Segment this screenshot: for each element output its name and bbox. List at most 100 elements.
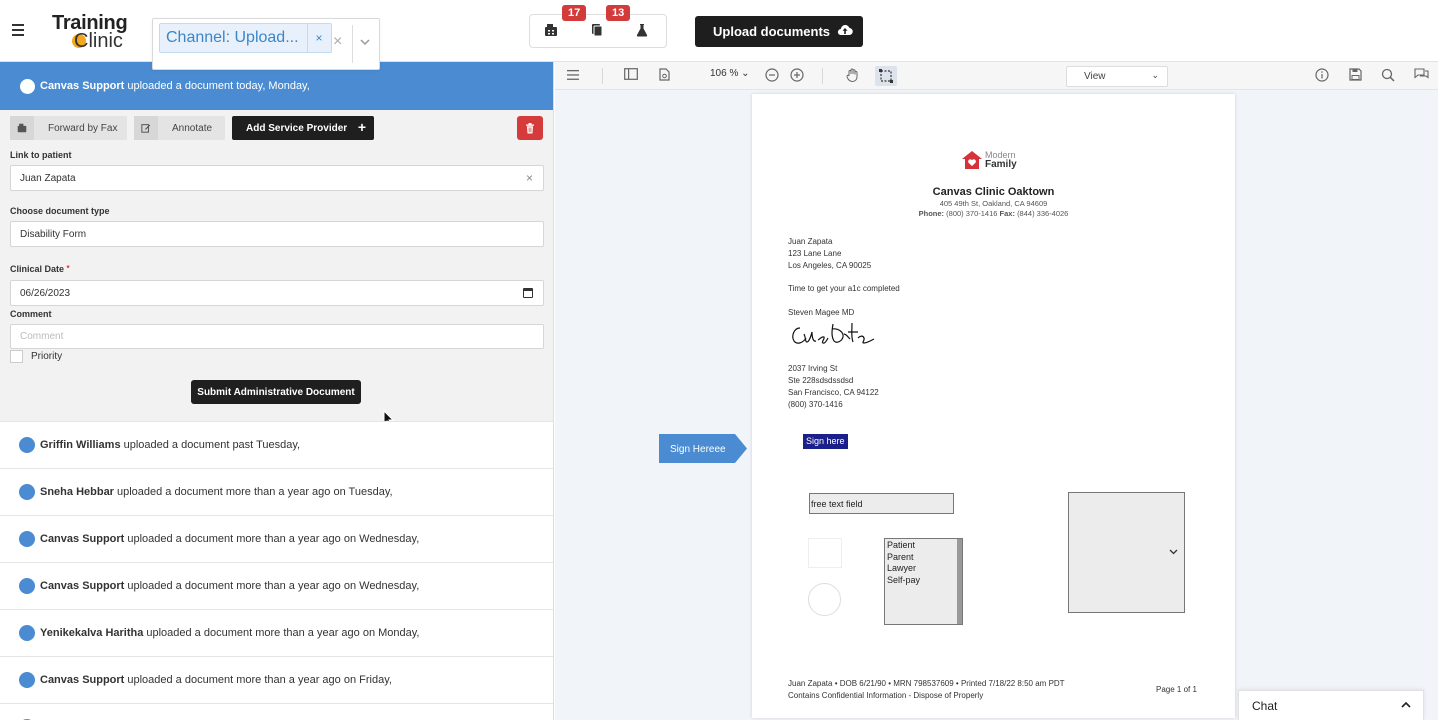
- sign-tag-label: Sign Hereee: [670, 444, 726, 455]
- form-dropdown[interactable]: [1068, 492, 1185, 613]
- chevron-down-icon[interactable]: [360, 35, 370, 49]
- sender-line: 2037 Irving St: [788, 364, 838, 373]
- comment-placeholder: Comment: [20, 331, 64, 342]
- menu-icon[interactable]: [565, 68, 581, 84]
- documents-badge: 13: [606, 5, 631, 21]
- clinic-address: 405 49th St, Oakland, CA 94609: [939, 199, 1048, 208]
- submit-document-button[interactable]: Submit Administrative Document: [191, 380, 361, 404]
- list-option[interactable]: Lawyer: [887, 563, 960, 575]
- form-radio-button[interactable]: [808, 583, 841, 616]
- history-row[interactable]: Sneha Hebbar uploaded a document more tha…: [0, 468, 553, 515]
- history-user: Canvas Support: [40, 674, 125, 686]
- recipient-address: Juan Zapata 123 Lane Lane Los Angeles, C…: [788, 236, 871, 272]
- clinic-name: Canvas Clinic Oaktown: [932, 186, 1055, 198]
- upload-documents-button[interactable]: Upload documents: [695, 16, 863, 47]
- phone-label: Phone:: [918, 209, 945, 218]
- clinical-date-label-text: Clinical Date: [10, 264, 65, 274]
- status-dot-icon: [19, 672, 35, 688]
- pan-hand-icon[interactable]: [844, 68, 860, 84]
- status-dot-icon: [19, 625, 35, 641]
- training-clinic-logo[interactable]: Training Clinic: [52, 12, 132, 52]
- document-type-select[interactable]: Disability Form: [10, 221, 544, 247]
- comments-icon[interactable]: [1413, 68, 1429, 84]
- select-region-icon[interactable]: [875, 66, 897, 86]
- trash-icon: [526, 122, 534, 133]
- priority-checkbox[interactable]: [10, 350, 23, 363]
- chevron-down-icon: ⌄: [1151, 70, 1159, 80]
- free-text-field[interactable]: free text field: [809, 493, 954, 514]
- history-text: uploaded a document more than a year ago…: [127, 674, 392, 686]
- page-settings-icon[interactable]: [656, 68, 672, 84]
- patient-select[interactable]: Juan Zapata ×: [10, 165, 544, 191]
- fax-badge: 17: [562, 5, 587, 21]
- zoom-value: 106 %: [710, 68, 739, 79]
- clear-patient-icon[interactable]: ×: [526, 171, 533, 185]
- chat-label: Chat: [1252, 698, 1278, 713]
- view-mode-select[interactable]: View ⌄: [1066, 66, 1168, 87]
- patient-value: Juan Zapata: [20, 172, 76, 184]
- history-text: uploaded a document more than a year ago…: [127, 533, 420, 545]
- current-text: uploaded a document today, Monday,: [127, 80, 310, 92]
- upload-documents-label: Upload documents: [713, 24, 831, 39]
- pdf-viewer: 106 % ⌄ View ⌄ Modern Family Canvas Clin…: [555, 62, 1438, 720]
- document-toolbar: Forward by Fax Annotate Add Service Prov…: [10, 116, 544, 140]
- logo-line-2: Clinic: [74, 30, 123, 52]
- sender-address: 2037 Irving St Ste 228sdsdssdsd San Fran…: [788, 363, 879, 411]
- history-text: uploaded a document more than a year ago…: [116, 486, 393, 498]
- sender-line: (800) 370-1416: [788, 400, 843, 409]
- history-user: Yenikekalva Haritha: [40, 627, 144, 639]
- add-provider-label: Add Service Provider: [246, 122, 348, 134]
- priority-label: Priority: [31, 351, 63, 362]
- current-user: Canvas Support: [40, 80, 125, 92]
- fax-icon[interactable]: [541, 23, 561, 41]
- edit-icon: [134, 116, 158, 140]
- select-divider: [352, 25, 353, 63]
- calendar-icon[interactable]: [523, 288, 533, 298]
- documents-icon[interactable]: [587, 23, 607, 41]
- chip-remove-icon[interactable]: ×: [306, 24, 331, 52]
- channel-chip: Channel: Upload... ×: [159, 23, 332, 53]
- status-dot-icon: [19, 437, 35, 453]
- doctype-label: Choose document type: [10, 206, 110, 216]
- history-text: uploaded a document more than a year ago…: [146, 627, 420, 639]
- house-heart-icon: [962, 151, 982, 169]
- history-row[interactable]: Canvas Support uploaded a document more t…: [0, 562, 553, 609]
- channel-filter-select[interactable]: Channel: Upload... × ×: [152, 18, 380, 70]
- comment-input[interactable]: Comment: [10, 324, 544, 349]
- history-row[interactable]: [0, 703, 553, 720]
- listbox-scrollbar[interactable]: [957, 539, 962, 624]
- zoom-in-icon[interactable]: [789, 68, 805, 84]
- annotate-button[interactable]: Annotate: [134, 116, 225, 140]
- save-icon[interactable]: [1347, 68, 1363, 84]
- list-option[interactable]: Patient: [887, 540, 960, 552]
- menu-icon[interactable]: [12, 24, 24, 36]
- sign-here-field[interactable]: Sign here: [803, 434, 848, 449]
- history-row[interactable]: Griffin Williams uploaded a document past…: [0, 421, 553, 468]
- clinical-date-input[interactable]: 06/26/2023: [10, 280, 544, 306]
- payer-listbox[interactable]: Patient Parent Lawyer Self-pay: [884, 538, 963, 625]
- recipient-line: 123 Lane Lane: [788, 249, 842, 258]
- history-text: uploaded a document more than a year ago…: [127, 580, 420, 592]
- list-option[interactable]: Self-pay: [887, 575, 960, 587]
- chat-widget[interactable]: Chat: [1238, 690, 1424, 720]
- sign-here-tag[interactable]: Sign Hereee: [659, 434, 747, 463]
- search-icon[interactable]: [1380, 68, 1396, 84]
- document-footer-line-1: Juan Zapata • DOB 6/21/90 • MRN 79853760…: [788, 679, 1065, 688]
- history-row[interactable]: Canvas Support uploaded a document more t…: [0, 656, 553, 703]
- chevron-down-icon: [1169, 547, 1178, 558]
- form-checkbox[interactable]: [808, 538, 842, 568]
- forward-fax-button[interactable]: Forward by Fax: [10, 116, 127, 140]
- delete-button[interactable]: [517, 116, 543, 140]
- lab-flask-icon[interactable]: [632, 23, 652, 41]
- info-icon[interactable]: [1314, 68, 1330, 84]
- add-service-provider-button[interactable]: Add Service Provider +: [232, 116, 374, 140]
- list-option[interactable]: Parent: [887, 552, 960, 564]
- zoom-level-select[interactable]: 106 % ⌄: [710, 68, 750, 79]
- history-row[interactable]: Canvas Support uploaded a document more t…: [0, 515, 553, 562]
- zoom-out-icon[interactable]: [764, 68, 780, 84]
- sidebar-panel-icon[interactable]: [623, 68, 639, 84]
- priority-row: Priority: [10, 350, 62, 363]
- history-row[interactable]: Yenikekalva Haritha uploaded a document m…: [0, 609, 553, 656]
- signer-name: Steven Magee MD: [788, 308, 855, 317]
- clear-icon[interactable]: ×: [333, 33, 342, 51]
